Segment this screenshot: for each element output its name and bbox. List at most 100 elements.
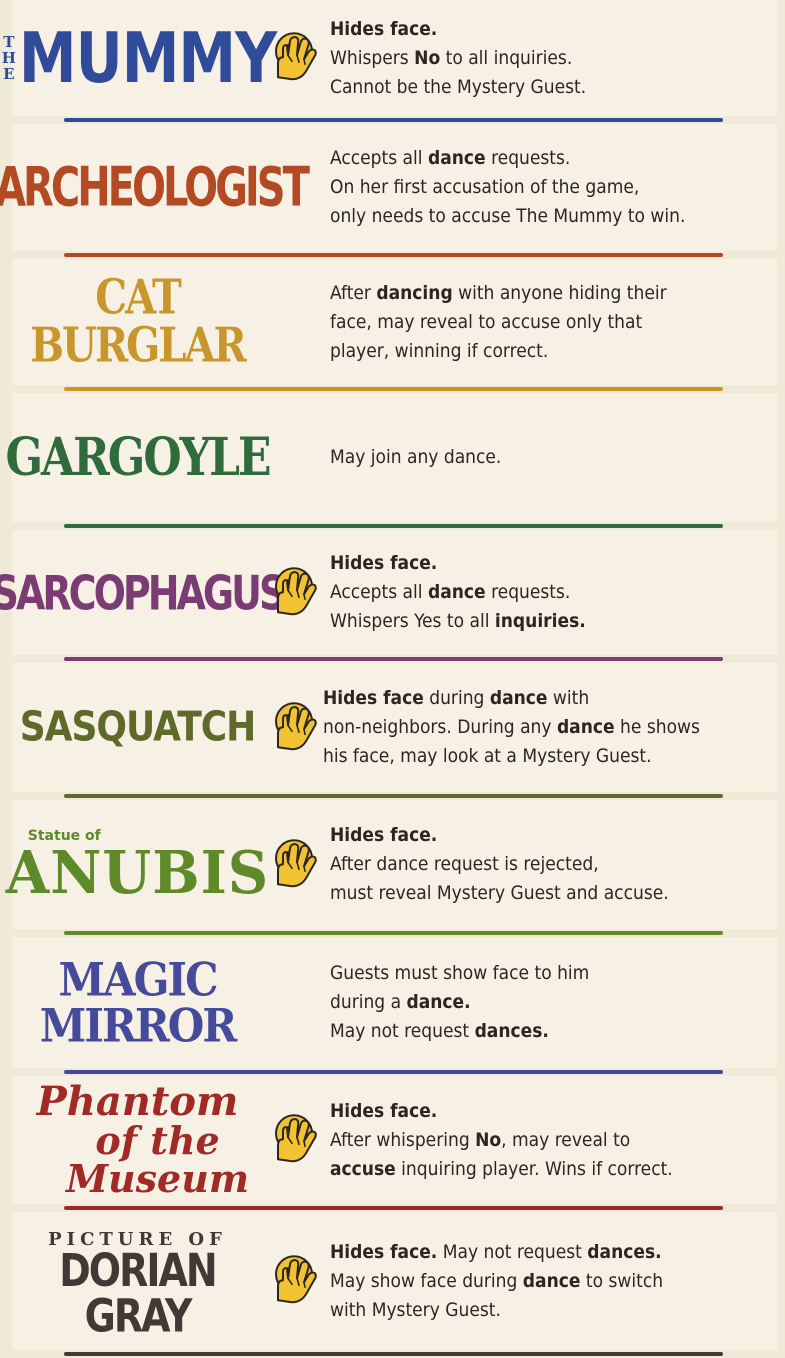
role-title-name: GARGOYLE xyxy=(5,426,271,488)
ability-line: Accepts all dance requests. xyxy=(330,578,775,607)
role-title: SARCOPHAGUS xyxy=(0,530,286,655)
ability-keyword: dance xyxy=(427,147,486,169)
role-divider xyxy=(64,657,723,661)
role-ability-text: May join any dance. xyxy=(330,393,775,522)
role-row-dorian: PICTURE OF DORIAN GRAY Hides face. May no… xyxy=(0,1212,785,1358)
role-title-stack: PICTURE OF DORIAN GRAY xyxy=(10,1231,265,1339)
role-ability-text: Hides face. May not request dances. May s… xyxy=(330,1212,775,1350)
ability-text-segment: , may reveal to xyxy=(501,1128,631,1151)
ability-keyword: Hides face xyxy=(323,687,424,709)
role-title-name: CAT BURGLAR xyxy=(30,269,247,374)
role-title-stack: THEARCHEOLOGIST xyxy=(0,161,310,215)
role-row-arch: THEARCHEOLOGIST Accepts all dance request… xyxy=(0,124,785,259)
ability-text-segment: face, may reveal to accuse only that xyxy=(330,310,643,333)
role-divider xyxy=(64,253,723,257)
role-row-sasq: SASQUATCH Hides face during dance with no… xyxy=(0,663,785,800)
ability-text-segment: Accepts all xyxy=(330,581,428,603)
role-divider xyxy=(64,387,723,391)
ability-line: On her first accusation of the game, xyxy=(330,173,775,202)
ability-text-segment: during a xyxy=(330,991,407,1013)
ability-text-segment: requests. xyxy=(485,147,571,169)
role-ability-text: After dancing with anyone hiding their fa… xyxy=(330,259,775,385)
ability-line: his face, may look at a Mystery Guest. xyxy=(323,742,775,771)
role-title-name: ANUBIS xyxy=(5,837,270,908)
role-title: Phantom of the Museum xyxy=(10,1076,265,1204)
ability-line: Hides face. xyxy=(330,15,775,44)
ability-text-segment: Guests must show face to him xyxy=(330,962,590,984)
role-title: Statue of ANUBIS xyxy=(6,800,268,929)
ability-text-segment: May join any dance. xyxy=(330,446,502,468)
ability-line: non-neighbors. During any dance he shows xyxy=(323,713,775,742)
role-title: CAT BURGLAR xyxy=(10,259,265,385)
ability-line: Hides face. xyxy=(330,821,775,850)
ability-line: Hides face. xyxy=(330,1097,775,1126)
ability-text-segment: May not request xyxy=(437,1240,588,1263)
ability-line: during a dance. xyxy=(330,988,775,1017)
role-title-stack: MAGIC MIRROR xyxy=(40,956,237,1048)
ability-text-segment: After dance request is rejected, xyxy=(330,853,599,875)
role-title-prefix: of the Museum xyxy=(65,1118,250,1201)
role-title: T H E MUMMY xyxy=(2,0,277,116)
ability-text-segment: during xyxy=(423,687,490,709)
role-ability-text: Hides face. Whispers No to all inquiries.… xyxy=(330,0,775,116)
ability-keyword: Hides face. xyxy=(330,17,438,40)
role-divider xyxy=(64,524,723,528)
role-title-stack: SARCOPHAGUS xyxy=(0,569,286,617)
ability-line: May join any dance. xyxy=(330,443,775,472)
ability-line: only needs to accuse The Mummy to win. xyxy=(330,202,775,231)
ability-keyword: dance xyxy=(556,716,615,738)
ability-line: Whispers No to all inquiries. xyxy=(330,44,775,73)
role-row-phantom: Phantom of the Museum Hides face. After wh… xyxy=(0,1076,785,1212)
ability-keyword: No xyxy=(475,1128,502,1151)
role-ability-text: Hides face. After dance request is reject… xyxy=(330,800,775,929)
ability-keyword: Hides face. xyxy=(330,1240,438,1263)
role-title-name: MUMMY xyxy=(18,17,277,99)
role-row-garg: GARGOYLE May join any dance. xyxy=(0,393,785,530)
role-title-prefix: THE xyxy=(1,33,16,83)
role-title-name: ARCHEOLOGIST xyxy=(0,156,310,219)
ability-text-segment: only needs to accuse The Mummy to win. xyxy=(330,205,686,227)
ability-keyword: Hides face. xyxy=(330,824,438,846)
ability-line: May show face during dance to switch xyxy=(330,1267,775,1296)
role-ability-text: Hides face during dance with non-neighbor… xyxy=(323,663,775,792)
role-row-anub: Statue of ANUBIS Hides face. After dance r… xyxy=(0,800,785,937)
ability-keyword: inquiries. xyxy=(494,610,586,632)
role-ability-text: Hides face. After whispering No, may reve… xyxy=(330,1076,775,1204)
ability-keyword: No xyxy=(414,46,441,69)
role-title-stack: Phantom of the Museum xyxy=(10,1082,265,1198)
hand-covering-face-icon xyxy=(275,1255,317,1304)
role-title-stack: GARGOYLE xyxy=(5,431,271,484)
ability-line: accuse inquiring player. Wins if correct… xyxy=(330,1155,775,1184)
role-divider xyxy=(64,1206,723,1210)
role-title-name: SARCOPHAGUS xyxy=(0,565,286,620)
ability-line: Hides face during dance with xyxy=(323,684,775,713)
ability-line: player, winning if correct. xyxy=(330,337,775,366)
ability-keyword: dance xyxy=(489,687,548,709)
role-title: PICTURE OF DORIAN GRAY xyxy=(10,1212,265,1350)
ability-line: After dancing with anyone hiding their xyxy=(330,279,775,308)
ability-text-segment: Whispers Yes to all xyxy=(330,610,495,632)
ability-text-segment: to all inquiries. xyxy=(440,46,573,69)
ability-line: Whispers Yes to all inquiries. xyxy=(330,607,775,636)
ability-line: Hides face. xyxy=(330,549,775,578)
role-divider xyxy=(64,794,723,798)
ability-line: with Mystery Guest. xyxy=(330,1296,775,1325)
hand-covering-face-icon xyxy=(275,566,317,615)
ability-text-segment: After xyxy=(330,281,377,304)
role-ability-text: Guests must show face to him during a dan… xyxy=(330,937,775,1068)
role-row-mirror: MAGIC MIRROR Guests must show face to him d… xyxy=(0,937,785,1076)
ability-text-segment: On her first accusation of the game, xyxy=(330,176,640,198)
ability-keyword: Hides face. xyxy=(330,552,438,574)
ability-line: Guests must show face to him xyxy=(330,959,775,988)
ability-text-segment: player, winning if correct. xyxy=(330,339,549,362)
role-ability-text: Accepts all dance requests. On her first … xyxy=(330,124,775,251)
ability-text-segment: non-neighbors. During any xyxy=(323,716,557,738)
ability-text-segment: Whispers xyxy=(330,46,415,69)
ability-keyword: dancing xyxy=(376,281,453,304)
ability-text-segment: he shows xyxy=(614,716,700,738)
role-divider xyxy=(64,1352,723,1356)
role-title-name: DORIAN GRAY xyxy=(59,1243,217,1343)
role-ability-text: Hides face. Accepts all dance requests. Wh… xyxy=(330,530,775,655)
role-divider xyxy=(64,1070,723,1074)
role-row-mummy: T H E MUMMY Hides face. Whispers No to all i… xyxy=(0,0,785,124)
